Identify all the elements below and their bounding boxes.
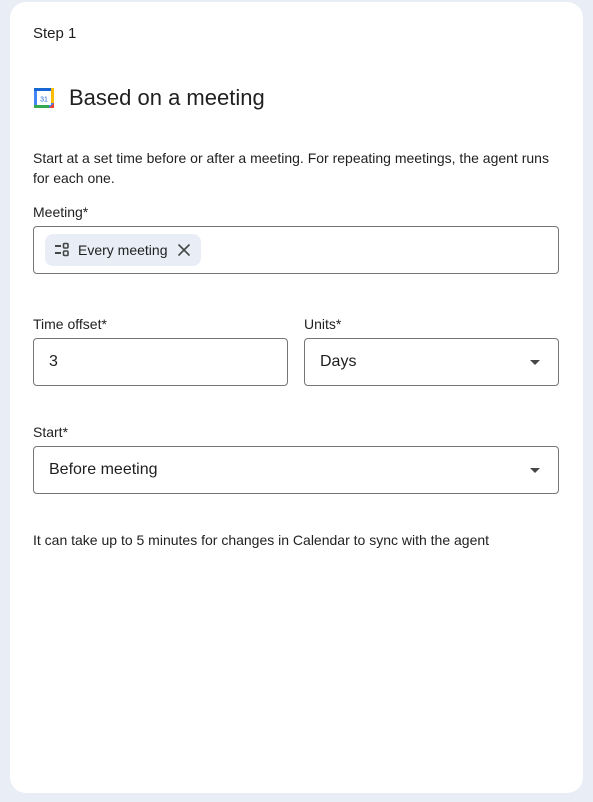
step-card: Step 1 31 Based on a meeting Start at a … xyxy=(10,2,583,793)
time-offset-input[interactable]: 3 xyxy=(33,338,288,386)
page-title: Based on a meeting xyxy=(69,85,265,110)
start-value: Before meeting xyxy=(49,461,158,478)
close-icon[interactable] xyxy=(175,241,193,259)
units-label: Units* xyxy=(304,316,342,332)
start-label: Start* xyxy=(33,424,69,440)
units-select[interactable]: Days xyxy=(304,338,559,386)
step-label: Step 1 xyxy=(33,25,77,42)
trigger-header: 31 Based on a meeting xyxy=(33,85,265,111)
dropdown-arrow-icon xyxy=(530,359,540,365)
svg-text:31: 31 xyxy=(40,97,48,104)
google-calendar-icon: 31 xyxy=(34,88,54,108)
start-select[interactable]: Before meeting xyxy=(33,446,559,494)
units-value: Days xyxy=(320,353,357,370)
meeting-label: Meeting* xyxy=(33,204,89,220)
trigger-description: Start at a set time before or after a me… xyxy=(33,150,549,186)
dropdown-arrow-icon xyxy=(530,467,540,473)
time-offset-label: Time offset* xyxy=(33,316,107,332)
meeting-field[interactable]: Every meeting xyxy=(33,226,559,274)
sync-note: It can take up to 5 minutes for changes … xyxy=(33,532,490,548)
meeting-chip[interactable]: Every meeting xyxy=(45,234,202,266)
time-offset-value: 3 xyxy=(49,353,58,370)
meeting-chip-label: Every meeting xyxy=(78,242,168,258)
event-list-icon xyxy=(55,242,69,257)
